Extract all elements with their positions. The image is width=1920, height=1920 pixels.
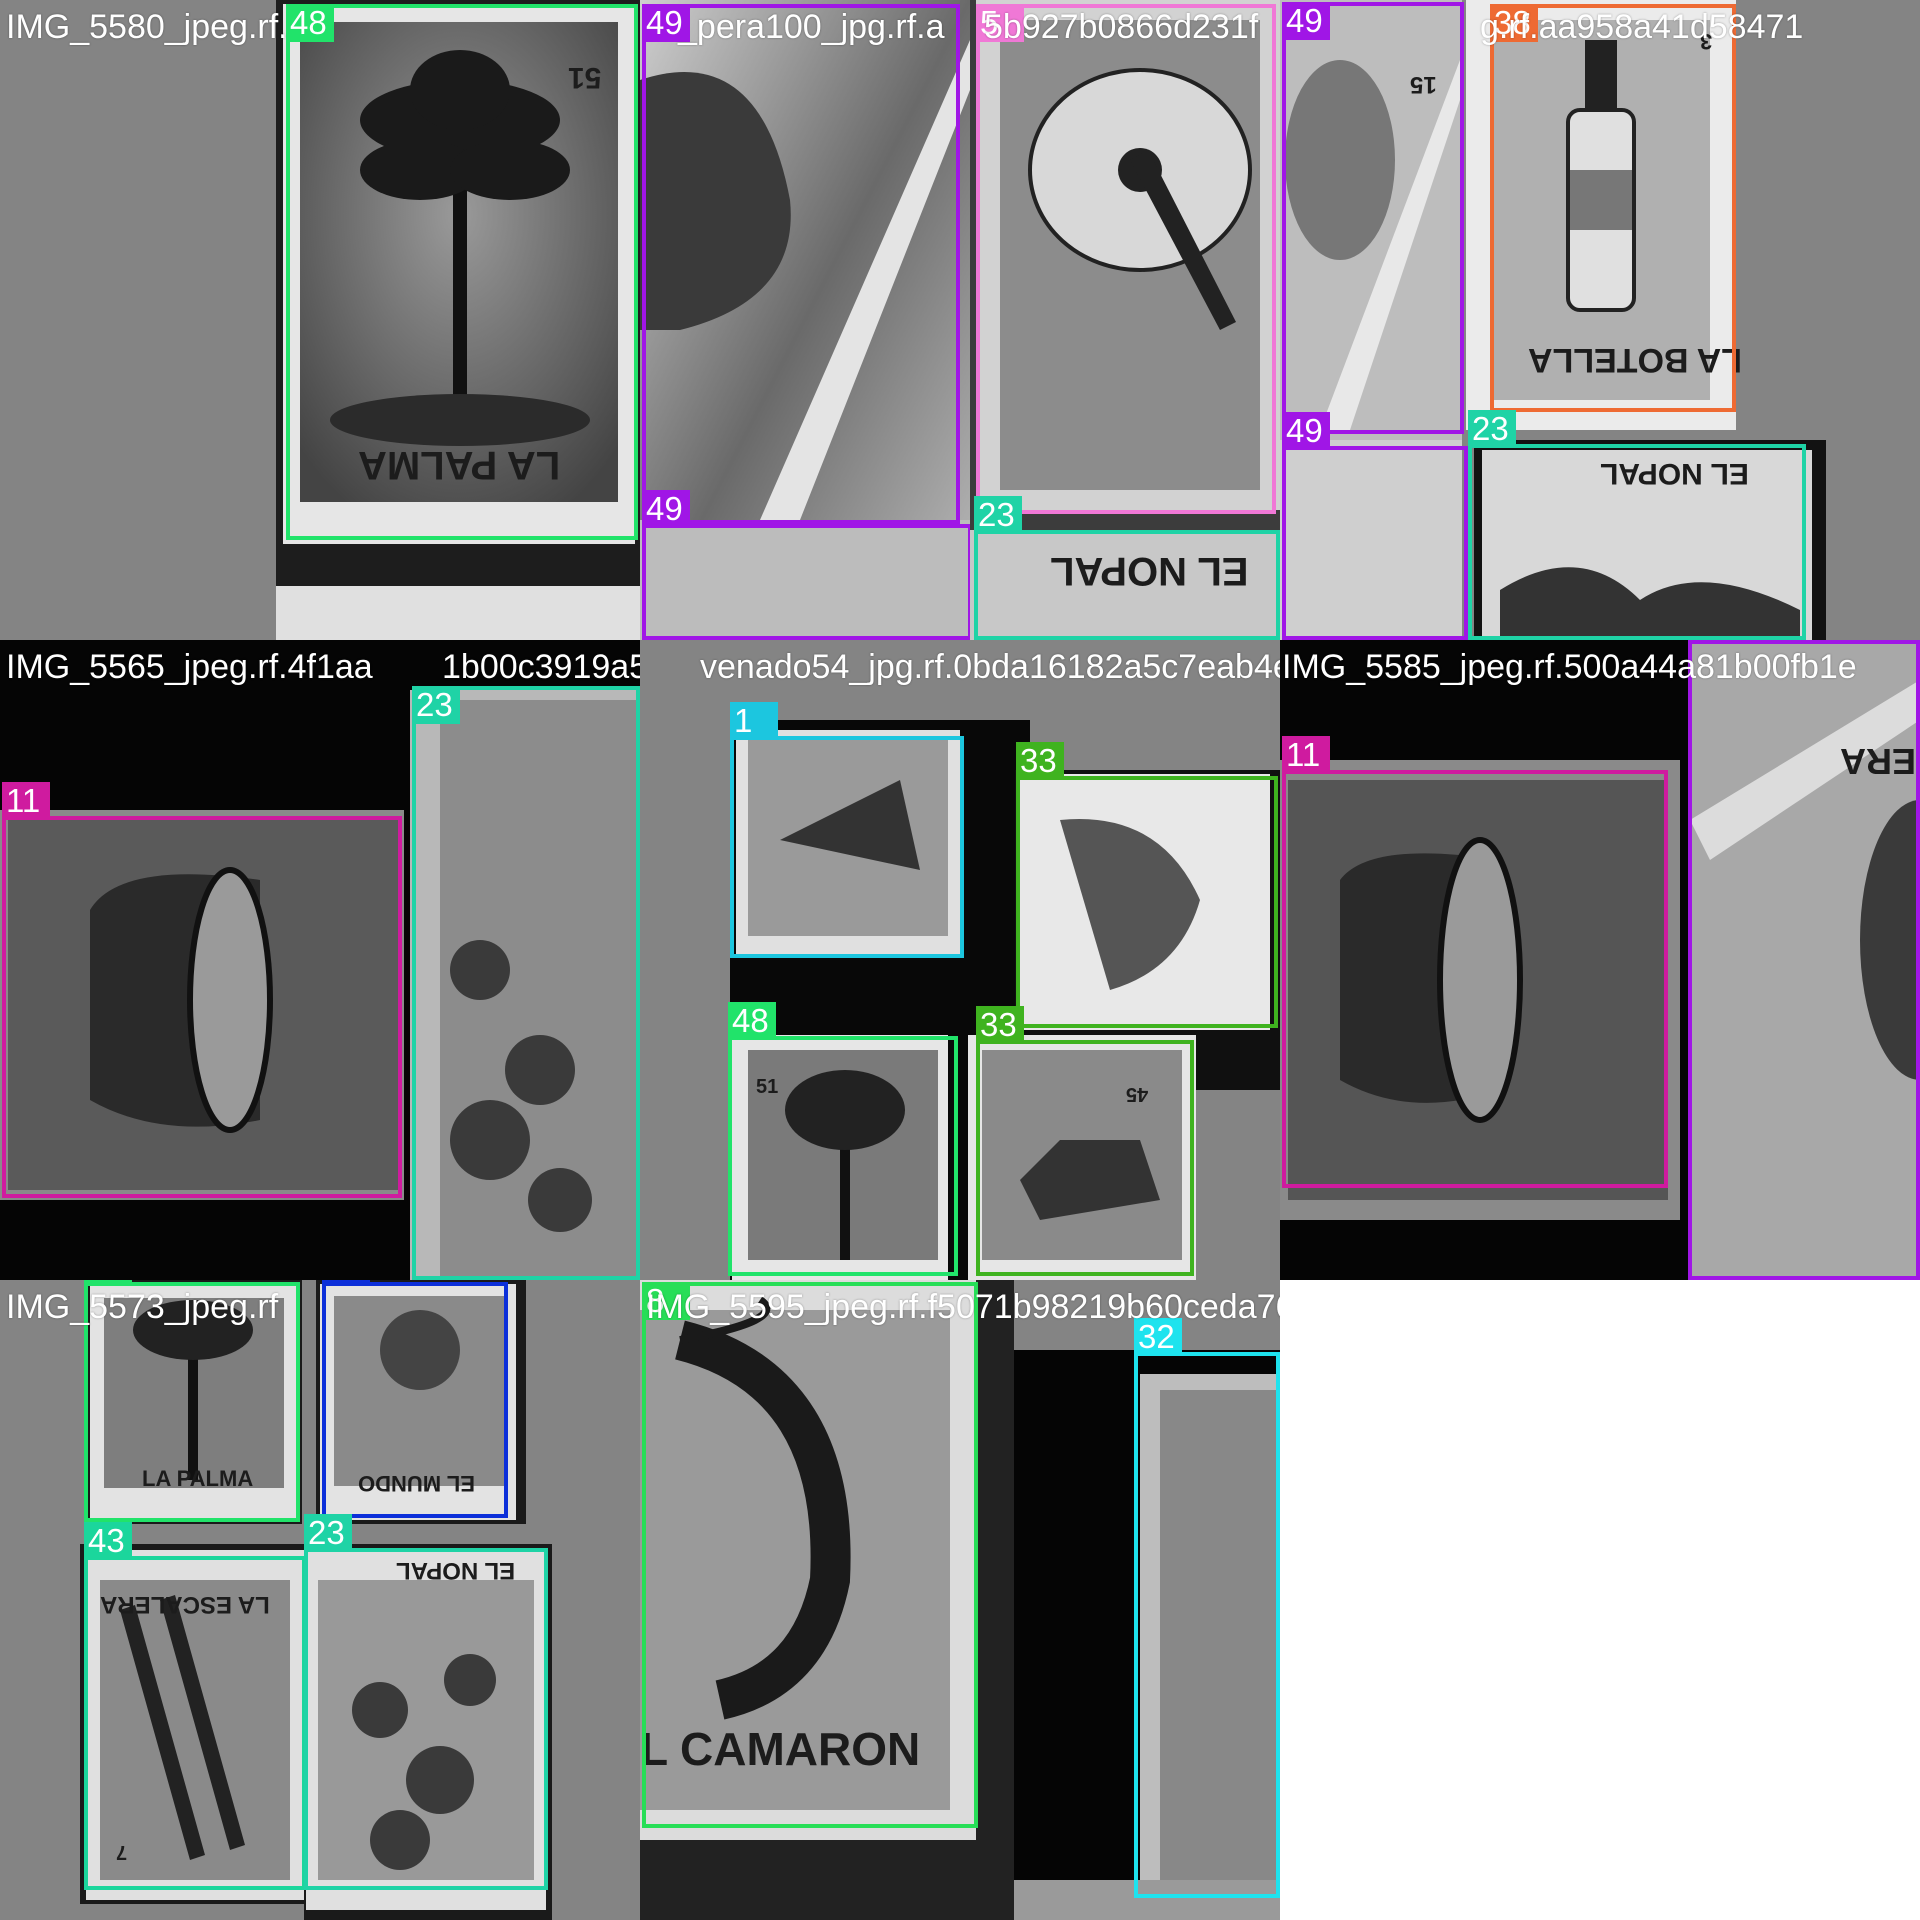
tile-filename: IMG_5585_jpeg.rf.500a44a81b00fb1e	[1282, 648, 1857, 686]
mosaic-tile-5: IMG_5565_jpeg.rf.4f1aa 1b00c3919a5be433 …	[0, 640, 640, 1280]
detection-box: 38	[1490, 4, 1736, 412]
detection-box: 32	[1134, 1318, 1280, 1898]
class-label: 20	[322, 1280, 370, 1286]
detection-box: 23	[412, 686, 640, 1280]
tile-filename: IMG_5573_jpeg.rf	[6, 1288, 279, 1326]
detection-box: 49	[642, 4, 960, 524]
class-label: 23	[304, 1514, 352, 1552]
class-label: 49	[1282, 412, 1330, 450]
mosaic-tile-9: L CAMARON IMG_5595_jpeg.rf.f5071b98219b6…	[640, 1280, 1280, 1920]
detection-box: 33	[1016, 742, 1278, 1028]
detection-box: 23	[304, 1514, 548, 1890]
class-label: 49	[1688, 640, 1736, 644]
class-label: 48	[728, 1002, 776, 1040]
class-label: 48	[286, 4, 334, 42]
detection-box: 1	[730, 702, 964, 958]
empty-mosaic-slot	[1280, 1280, 1920, 1920]
class-label: 33	[976, 1006, 1024, 1044]
tile-filename: _pera100_jpg.rf.a	[678, 8, 945, 46]
class-label: 33	[1016, 742, 1064, 780]
detection-box: 23	[1468, 410, 1806, 640]
detection-box: 5	[976, 4, 1276, 514]
detection-box: 11	[2, 782, 402, 1198]
tile-filename: IMG_5580_jpeg.rf.	[6, 8, 288, 46]
detection-box: 11	[1282, 736, 1668, 1188]
detection-box: 20	[322, 1280, 508, 1518]
detection-box: 33	[976, 1006, 1194, 1276]
mosaic-tile-3: EL NOPAL 5b927b0866d231f 5 23	[970, 0, 1280, 640]
mosaic-tile-1: LA PALMA 51 IMG_5580_jpeg.rf. 48	[0, 0, 640, 640]
tile-filename: g.rf.aa958a41d58471	[1480, 8, 1804, 46]
detection-box: 48	[286, 4, 638, 540]
tile-filename: 5b927b0866d231f	[984, 8, 1259, 46]
detection-box: 43	[84, 1522, 306, 1890]
class-label: 49	[1282, 2, 1330, 40]
tile-filename: IMG_5565_jpeg.rf.4f1aa	[6, 648, 373, 686]
mosaic-tile-2: _pera100_jpg.rf.a 49 49	[640, 0, 970, 640]
class-label: 11	[2, 782, 50, 820]
class-label: 23	[974, 496, 1022, 534]
tile-filename: venado54_jpg.rf.0bda16182a5c7eab4e77	[700, 648, 1280, 686]
mosaic-tile-7: PERA IMG_5585_jpeg.rf.500a44a81b00fb1e 4…	[1280, 640, 1920, 1280]
class-label: 48	[84, 1280, 132, 1286]
detection-box: 49	[1282, 2, 1464, 434]
detection-box: 49	[1282, 412, 1468, 640]
tile-filename: IMG_5595_jpeg.rf.f5071b98219b60ceda76426	[646, 1288, 1280, 1326]
class-label: 23	[412, 686, 460, 724]
class-label: 43	[84, 1522, 132, 1560]
mosaic-tile-4: LA BOTELLA EL NOPAL 15 3 g.rf.aa958a41d5…	[1280, 0, 1920, 640]
detection-box: 49	[642, 490, 970, 640]
detection-box: 49	[1688, 640, 1920, 1280]
class-label: 49	[642, 490, 690, 528]
mosaic-tile-8: LA PALMA EL MUNDO LA ESCALERA EL NOPAL 7…	[0, 1280, 640, 1920]
class-label: 1	[730, 702, 778, 740]
class-label: 23	[1468, 410, 1516, 448]
detection-box: 8	[642, 1282, 978, 1828]
detection-box: 48	[728, 1002, 958, 1276]
detection-box: 23	[974, 496, 1280, 640]
mosaic-tile-6: 51 45 venado54_jpg.rf.0bda16182a5c7eab4e…	[640, 640, 1280, 1280]
class-label: 11	[1282, 736, 1330, 774]
tile-filename: 1b00c3919a5be433	[442, 648, 640, 686]
